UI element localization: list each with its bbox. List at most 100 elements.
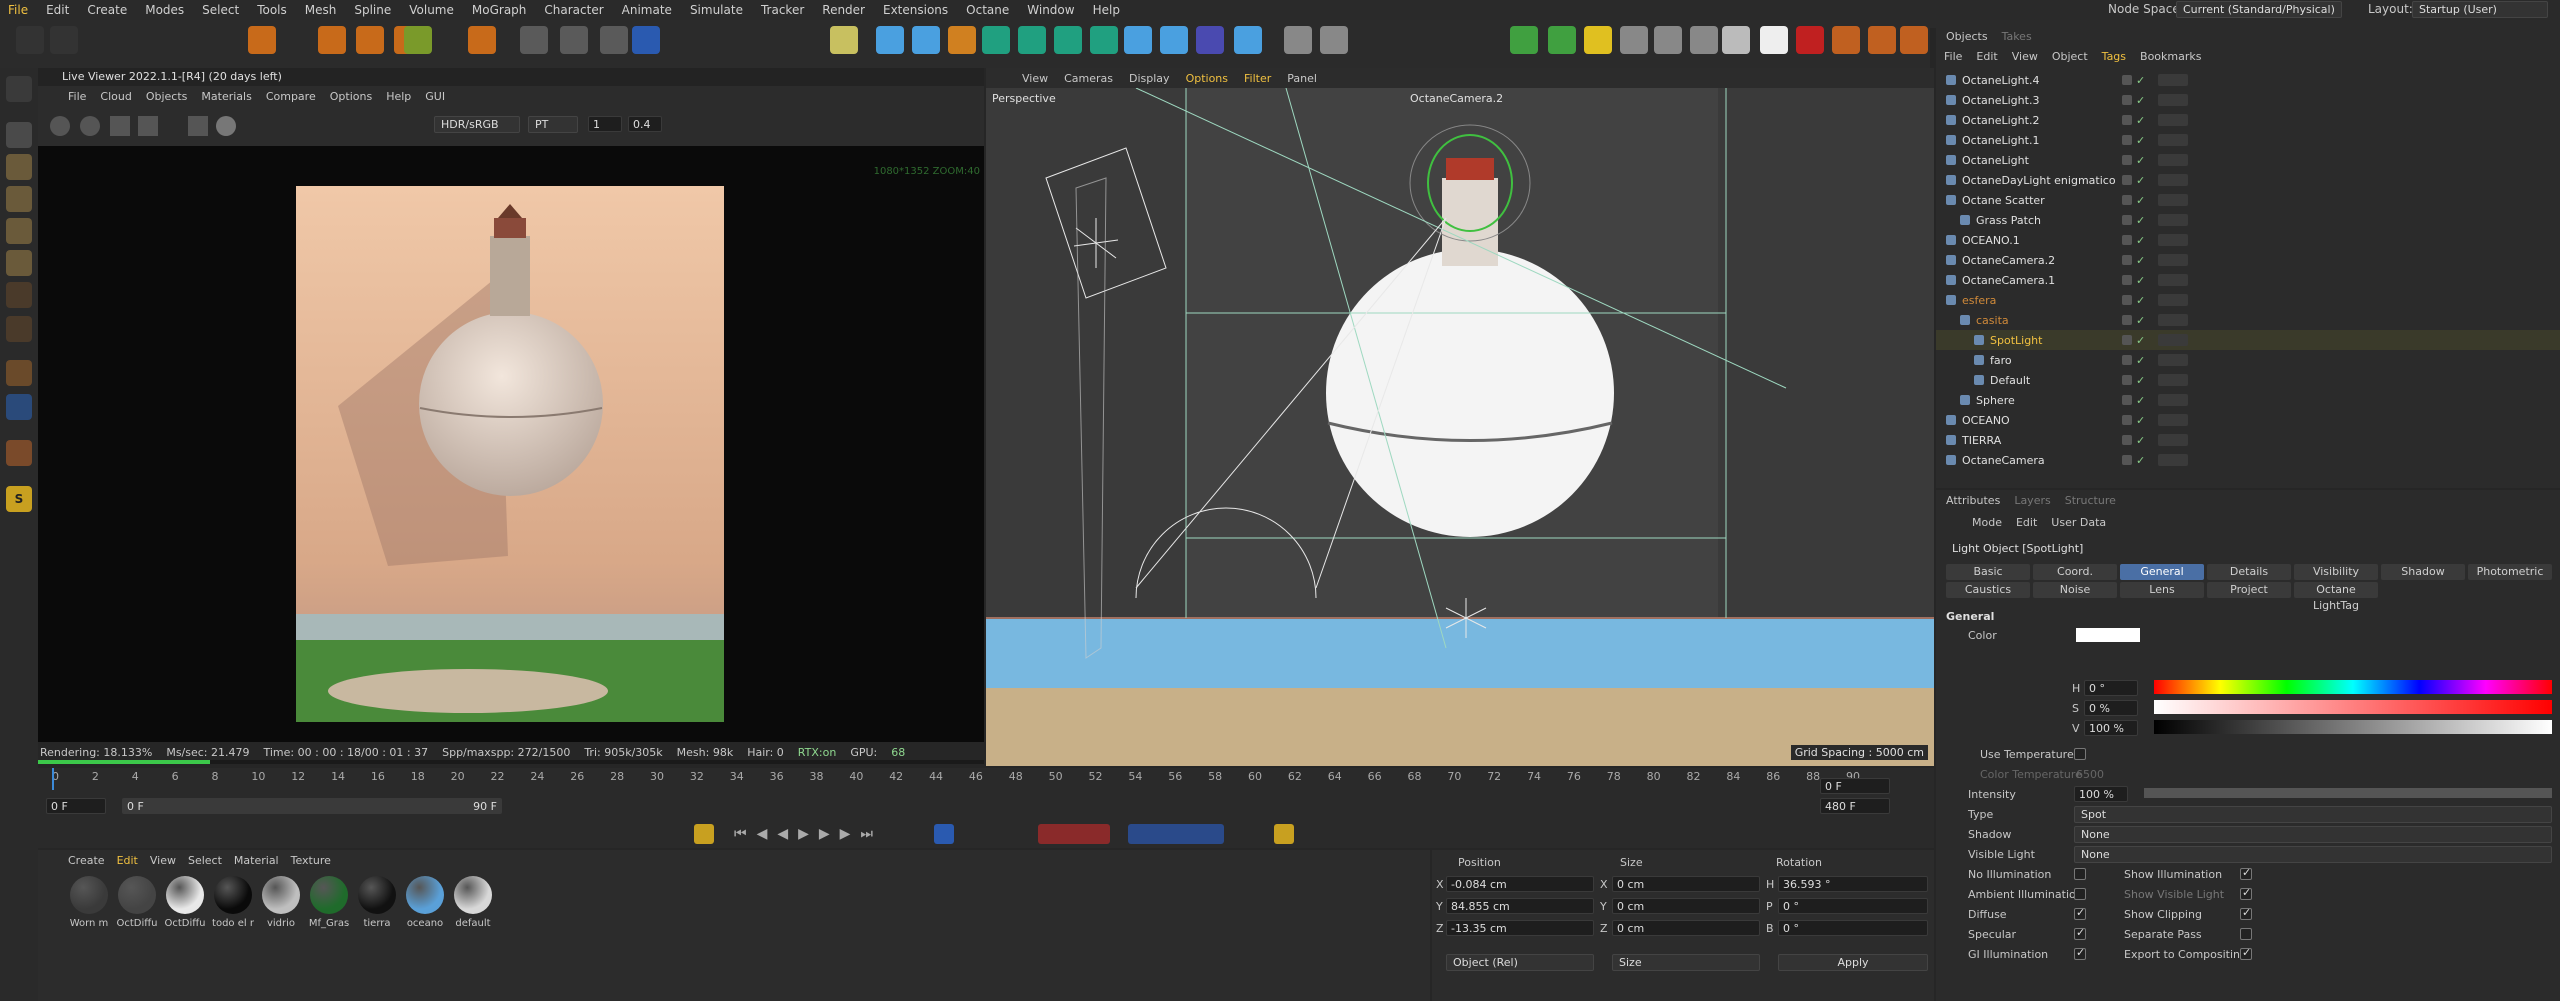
clapper-icon[interactable] xyxy=(1832,26,1860,54)
checkbox-right[interactable] xyxy=(2240,906,2252,920)
size-mode-select[interactable]: Size xyxy=(1612,954,1760,971)
apply-button[interactable]: Apply xyxy=(1778,954,1928,971)
tag-icons[interactable] xyxy=(2158,114,2188,126)
menu-select[interactable]: Select xyxy=(202,3,239,17)
enable-check[interactable]: ✓ xyxy=(2136,234,2145,247)
shadow-select[interactable]: None xyxy=(2074,826,2552,843)
last-tool-icon[interactable] xyxy=(468,26,496,54)
saturation-slider[interactable] xyxy=(2154,700,2552,714)
tab-general[interactable]: General xyxy=(2120,564,2204,580)
enable-check[interactable]: ✓ xyxy=(2136,334,2145,347)
octane-diffuse-icon[interactable] xyxy=(1760,26,1788,54)
s-field[interactable]: 0 % xyxy=(2084,700,2138,716)
enable-check[interactable]: ✓ xyxy=(2136,374,2145,387)
checkbox-right[interactable] xyxy=(2240,866,2252,880)
object-row[interactable]: Grass Patch ✓ xyxy=(1936,210,2560,230)
object-name[interactable]: Sphere xyxy=(1976,394,2112,407)
size-field[interactable]: 0 cm xyxy=(1612,920,1760,936)
object-row[interactable]: Default ✓ xyxy=(1936,370,2560,390)
tab-project[interactable]: Project xyxy=(2207,582,2291,598)
menu-volume[interactable]: Volume xyxy=(409,3,454,17)
object-name[interactable]: Grass Patch xyxy=(1976,214,2112,227)
menu-tracker[interactable]: Tracker xyxy=(761,3,804,17)
tag-icons[interactable] xyxy=(2158,394,2188,406)
menu-extensions[interactable]: Extensions xyxy=(883,3,948,17)
object-row[interactable]: OctaneLight.3 ✓ xyxy=(1936,90,2560,110)
checkbox-left[interactable] xyxy=(2074,888,2086,900)
menu-help[interactable]: Help xyxy=(1093,3,1120,17)
size-field[interactable]: 0 cm xyxy=(1612,876,1760,892)
checkbox-right[interactable] xyxy=(2240,886,2252,900)
make-editable-icon[interactable] xyxy=(6,76,32,102)
object-name[interactable]: Default xyxy=(1990,374,2112,387)
tag-icons[interactable] xyxy=(2158,354,2188,366)
menu-modes[interactable]: Modes xyxy=(145,3,184,17)
render-settings-icon[interactable] xyxy=(1900,26,1928,54)
material-swatch[interactable]: OctDiffu xyxy=(164,876,206,932)
menu-tools[interactable]: Tools xyxy=(257,3,287,17)
enable-check[interactable]: ✓ xyxy=(2136,274,2145,287)
playback-controls[interactable]: ⏮◀◀▶▶▶⏭ xyxy=(734,826,934,842)
attr-menu-edit[interactable]: Edit xyxy=(2016,516,2037,529)
obj-menu-object[interactable]: Object xyxy=(2052,50,2088,63)
snap-icon[interactable] xyxy=(6,360,32,386)
object-row[interactable]: OctaneCamera.2 ✓ xyxy=(1936,250,2560,270)
menu-spline[interactable]: Spline xyxy=(354,3,391,17)
camera-object-icon[interactable] xyxy=(1284,26,1312,54)
workplane-icon[interactable] xyxy=(6,394,32,420)
redo-icon[interactable] xyxy=(50,26,78,54)
visibility-toggle[interactable] xyxy=(2122,295,2132,305)
tag-icons[interactable] xyxy=(2158,374,2188,386)
intensity-field[interactable]: 100 % xyxy=(2074,786,2128,802)
mat-menu-select[interactable]: Select xyxy=(188,854,222,867)
sphere-icon[interactable] xyxy=(216,116,236,136)
visibility-toggle[interactable] xyxy=(2122,435,2132,445)
coord-mode-select[interactable]: Object (Rel) xyxy=(1446,954,1594,971)
object-name[interactable]: OctaneLight.2 xyxy=(1962,114,2112,127)
attr-menu-mode[interactable]: Mode xyxy=(1972,516,2002,529)
octane-material-icon[interactable] xyxy=(1620,26,1648,54)
obj-menu-tags[interactable]: Tags xyxy=(2102,50,2126,63)
visibility-toggle[interactable] xyxy=(2122,215,2132,225)
object-name[interactable]: OctaneLight.3 xyxy=(1962,94,2112,107)
material-swatch[interactable]: default xyxy=(452,876,494,932)
checkbox-left[interactable] xyxy=(2074,868,2086,880)
lock-icon[interactable] xyxy=(188,116,208,136)
object-name[interactable]: OctaneLight.1 xyxy=(1962,134,2112,147)
menu-mograph[interactable]: MoGraph xyxy=(472,3,527,17)
tab-basic[interactable]: Basic xyxy=(1946,564,2030,580)
tag-icons[interactable] xyxy=(2158,174,2188,186)
menu-octane[interactable]: Octane xyxy=(966,3,1009,17)
lv-menu-file[interactable]: File xyxy=(68,90,86,103)
select-icon[interactable] xyxy=(248,26,276,54)
tab-caustics[interactable]: Caustics xyxy=(1946,582,2030,598)
object-row[interactable]: TIERRA ✓ xyxy=(1936,430,2560,450)
sun-icon[interactable] xyxy=(1584,26,1612,54)
tag-icons[interactable] xyxy=(2158,194,2188,206)
uv-mode-icon[interactable] xyxy=(6,282,32,308)
stop-icon[interactable] xyxy=(138,116,158,136)
generator-icon[interactable] xyxy=(1090,26,1118,54)
rot-field[interactable]: 0 ° xyxy=(1778,898,1928,914)
object-row[interactable]: Sphere ✓ xyxy=(1936,390,2560,410)
mat-menu-create[interactable]: Create xyxy=(68,854,105,867)
subdivide-icon[interactable] xyxy=(982,26,1010,54)
object-name[interactable]: esfera xyxy=(1962,294,2112,307)
zoom-field[interactable]: 0.4 xyxy=(628,116,662,132)
vp-menu-filter[interactable]: Filter xyxy=(1244,72,1271,85)
node-space-select[interactable]: Current (Standard/Physical) xyxy=(2176,1,2342,18)
enable-check[interactable]: ✓ xyxy=(2136,134,2145,147)
object-name[interactable]: OctaneLight.4 xyxy=(1962,74,2112,87)
x-axis-icon[interactable] xyxy=(520,26,548,54)
object-row[interactable]: Octane Scatter ✓ xyxy=(1936,190,2560,210)
polygon-mode-icon[interactable] xyxy=(6,250,32,276)
object-row[interactable]: OCEANO ✓ xyxy=(1936,410,2560,430)
menu-animate[interactable]: Animate xyxy=(622,3,672,17)
tab-lens[interactable]: Lens xyxy=(2120,582,2204,598)
object-name[interactable]: faro xyxy=(1990,354,2112,367)
enable-check[interactable]: ✓ xyxy=(2136,454,2145,467)
playhead[interactable] xyxy=(52,768,54,790)
boolean-icon[interactable] xyxy=(1054,26,1082,54)
enable-check[interactable]: ✓ xyxy=(2136,434,2145,447)
record-key-icon[interactable] xyxy=(694,824,714,844)
